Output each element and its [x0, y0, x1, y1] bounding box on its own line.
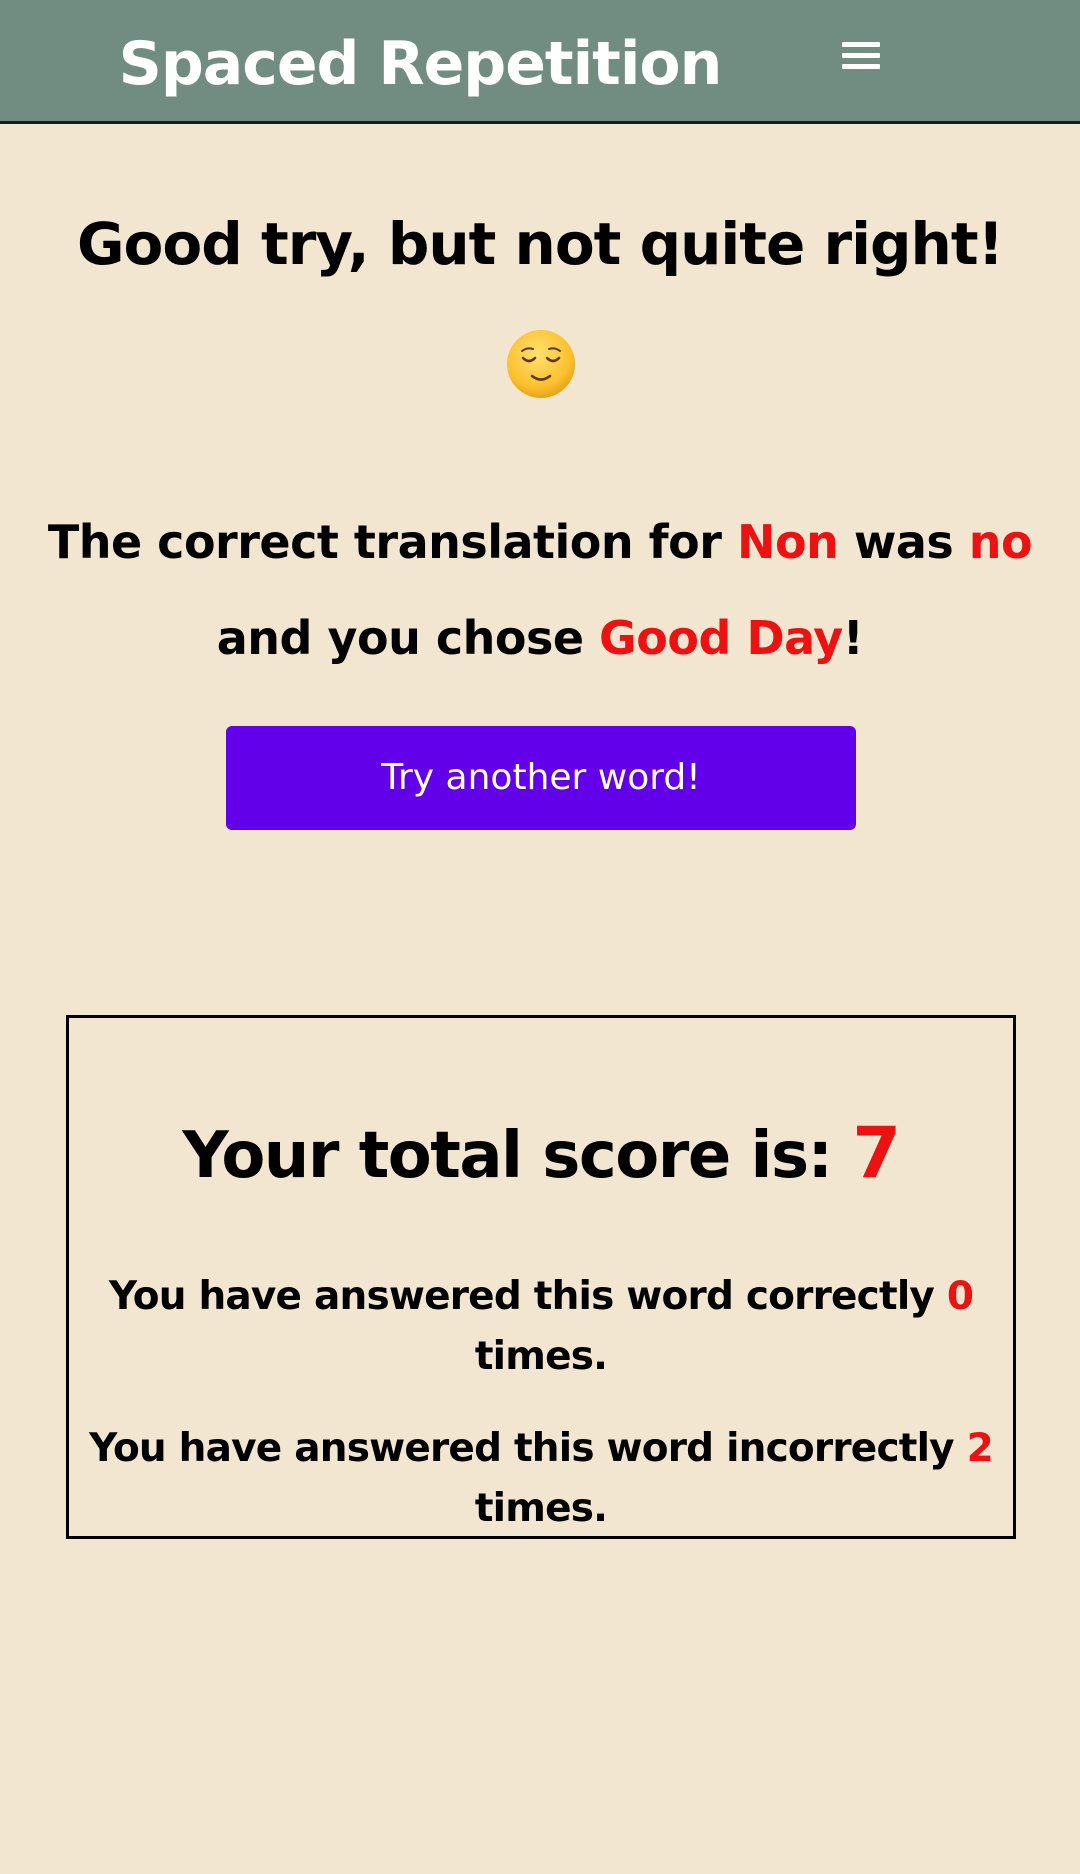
total-score-label: Your total score is: — [182, 1119, 853, 1193]
correct-count-value: 0 — [946, 1274, 974, 1319]
app-title: Spaced Repetition — [118, 29, 723, 99]
chosen-answer: Good Day — [599, 611, 843, 665]
result-prefix: The correct translation for — [47, 515, 737, 569]
prompt-word: Non — [736, 515, 839, 569]
correct-count-prefix: You have answered this word correctly — [108, 1274, 947, 1319]
incorrect-count-prefix: You have answered this word incorrectly — [89, 1426, 967, 1471]
score-panel: Your total score is: 7 You have answered… — [66, 1015, 1016, 1539]
incorrect-count-suffix: times. — [474, 1486, 608, 1531]
hamburger-menu-icon[interactable] — [836, 40, 886, 76]
result-middle: was — [838, 515, 969, 569]
result-suffix: ! — [842, 611, 864, 665]
incorrect-count-line: You have answered this word incorrectly … — [69, 1419, 1013, 1539]
result-message: The correct translation for Non was no a… — [40, 494, 1040, 686]
result-middle-2: and you chose — [216, 611, 600, 665]
feedback-heading: Good try, but not quite right! — [76, 210, 1004, 278]
correct-count-suffix: times. — [474, 1334, 608, 1379]
correct-answer: no — [968, 515, 1033, 569]
try-another-word-button[interactable]: Try another word! — [226, 726, 856, 830]
app-header: Spaced Repetition — [0, 0, 1080, 124]
relieved-face-icon — [505, 328, 577, 400]
correct-count-line: You have answered this word correctly 0 … — [69, 1267, 1013, 1387]
incorrect-count-value: 2 — [966, 1426, 994, 1471]
total-score-value: 7 — [852, 1112, 901, 1194]
total-score-heading: Your total score is: 7 — [69, 1108, 1013, 1201]
